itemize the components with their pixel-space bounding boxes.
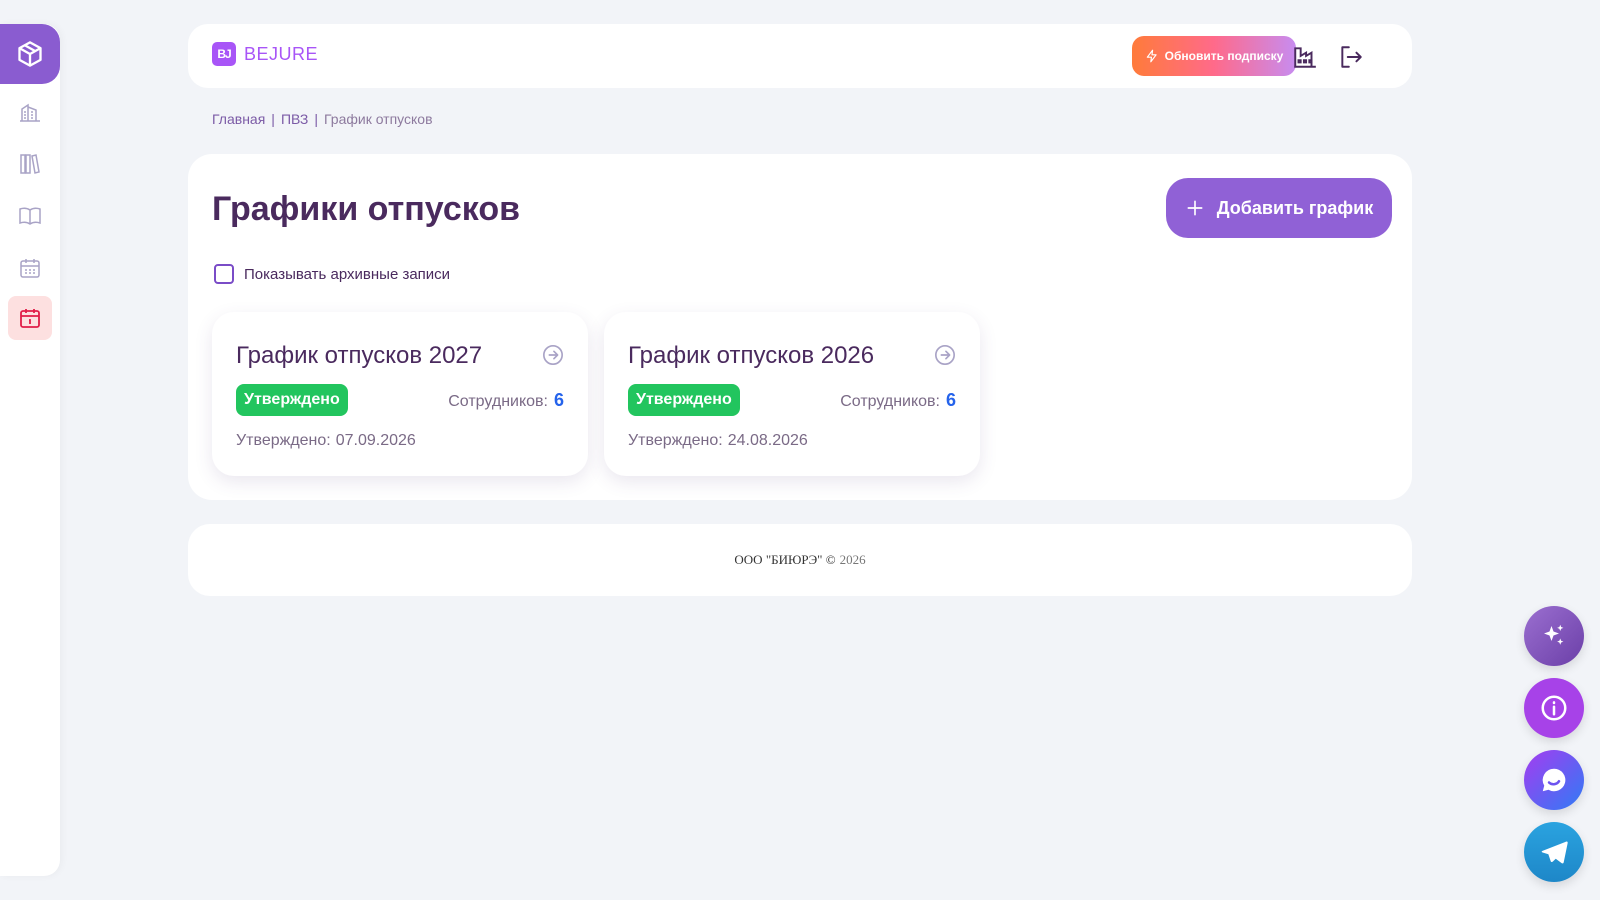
main-panel: Графики отпусков Добавить график Показыв… bbox=[188, 154, 1412, 500]
add-schedule-button[interactable]: Добавить график bbox=[1166, 178, 1392, 238]
calendar-icon bbox=[20, 309, 40, 328]
page-title: Графики отпусков bbox=[212, 190, 520, 228]
sidebar-item-schedule[interactable] bbox=[8, 246, 52, 290]
logout-icon bbox=[1341, 46, 1362, 68]
sidebar-item-vacations[interactable] bbox=[8, 296, 52, 340]
show-archive-checkbox[interactable] bbox=[214, 264, 234, 284]
sidebar-item-docs[interactable] bbox=[8, 194, 52, 238]
top-header: BJ BEJURE Обновить подписку bbox=[188, 24, 1412, 88]
approved-value: 07.09.2026 bbox=[335, 432, 416, 449]
arrow-circle-right-icon[interactable] bbox=[934, 344, 956, 366]
breadcrumb-separator: | bbox=[271, 111, 275, 127]
ai-assistant-button[interactable] bbox=[1524, 606, 1584, 666]
factory-button[interactable] bbox=[1292, 44, 1318, 70]
book-icon bbox=[19, 207, 41, 225]
approved-date: Утверждено: 24.08.2026 bbox=[628, 432, 808, 450]
telegram-button[interactable] bbox=[1524, 822, 1584, 882]
employees-number: 6 bbox=[553, 390, 564, 410]
sparkle-icon bbox=[1544, 624, 1564, 645]
employees-number: 6 bbox=[945, 390, 956, 410]
logout-button[interactable] bbox=[1338, 44, 1364, 70]
breadcrumb-separator: | bbox=[314, 111, 318, 127]
factory-icon bbox=[1294, 47, 1316, 68]
card-title: График отпусков 2027 bbox=[236, 342, 483, 369]
sidebar-item-library[interactable] bbox=[8, 142, 52, 186]
add-schedule-label: Добавить график bbox=[1216, 197, 1374, 218]
employees-count: Сотрудников: 6 bbox=[448, 390, 564, 411]
breadcrumb: Главная | ПВЗ | График отпусков bbox=[212, 111, 433, 127]
sidebar-item-buildings[interactable] bbox=[8, 90, 52, 134]
chat-icon bbox=[1542, 768, 1566, 792]
card-title: График отпусков 2026 bbox=[628, 342, 875, 369]
telegram-icon bbox=[1541, 841, 1568, 864]
upgrade-subscription-label: Обновить подписку bbox=[1164, 49, 1284, 63]
footer-org: ООО "БИЮРЭ" © bbox=[734, 552, 836, 567]
breadcrumb-home[interactable]: Главная bbox=[212, 111, 265, 127]
sidebar bbox=[0, 24, 60, 876]
status-badge: Утверждено bbox=[236, 384, 348, 416]
footer: ООО "БИЮРЭ" © 2026 bbox=[188, 524, 1412, 596]
employees-count: Сотрудников: 6 bbox=[840, 390, 956, 411]
arrow-circle-right-icon[interactable] bbox=[542, 344, 564, 366]
building-icon bbox=[20, 103, 40, 122]
chat-button[interactable] bbox=[1524, 750, 1584, 810]
cube-icon bbox=[18, 41, 42, 67]
library-icon bbox=[20, 154, 40, 174]
brand-logo[interactable]: BJ BEJURE bbox=[212, 42, 318, 66]
sidebar-home-button[interactable] bbox=[0, 24, 60, 84]
approved-value: 24.08.2026 bbox=[727, 432, 808, 449]
employees-label: Сотрудников: bbox=[448, 393, 548, 410]
info-button[interactable] bbox=[1524, 678, 1584, 738]
employees-label: Сотрудников: bbox=[840, 393, 940, 410]
upgrade-subscription-button[interactable]: Обновить подписку bbox=[1132, 36, 1296, 76]
show-archive-label: Показывать архивные записи bbox=[244, 265, 451, 283]
approved-label: Утверждено: bbox=[236, 432, 331, 449]
status-badge: Утверждено bbox=[628, 384, 740, 416]
approved-label: Утверждено: bbox=[628, 432, 723, 449]
breadcrumb-current: График отпусков bbox=[323, 111, 433, 127]
calendar-grid-icon bbox=[20, 259, 40, 278]
vacation-schedule-card[interactable]: График отпусков 2027 Утверждено Сотрудни… bbox=[212, 312, 588, 476]
footer-year: 2026 bbox=[839, 552, 866, 567]
plus-icon bbox=[1187, 200, 1203, 216]
info-icon bbox=[1541, 695, 1567, 721]
show-archive-toggle[interactable]: Показывать архивные записи bbox=[214, 264, 450, 284]
breadcrumb-pvz[interactable]: ПВЗ bbox=[281, 111, 308, 127]
lightning-icon bbox=[1146, 49, 1157, 63]
approved-date: Утверждено: 07.09.2026 bbox=[236, 432, 416, 450]
brand-mark: BJ bbox=[212, 42, 236, 66]
brand-name: BEJURE bbox=[244, 43, 319, 64]
vacation-schedule-card[interactable]: График отпусков 2026 Утверждено Сотрудни… bbox=[604, 312, 980, 476]
